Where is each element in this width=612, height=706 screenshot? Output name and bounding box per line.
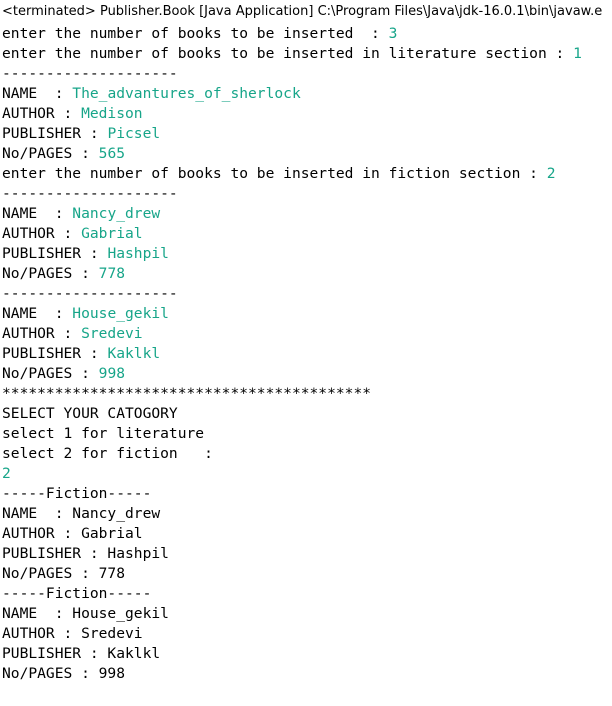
console-output-text: enter the number of books to be inserted… bbox=[2, 45, 574, 62]
console-user-input: Nancy_drew bbox=[72, 205, 161, 222]
console-output-text: -----Fiction----- bbox=[2, 585, 152, 602]
console-user-input: 2 bbox=[2, 465, 11, 482]
console-user-input: 998 bbox=[98, 365, 126, 382]
console-line: AUTHOR : Gabrial bbox=[2, 524, 610, 544]
console-output-text: -------------------- bbox=[2, 65, 178, 82]
console-status-header: <terminated> Publisher.Book [Java Applic… bbox=[2, 4, 603, 19]
console-line: NAME : The_advantures_of_sherlock bbox=[2, 84, 610, 104]
console-line: PUBLISHER : Hashpil bbox=[2, 544, 610, 564]
console-output-text: PUBLISHER : bbox=[2, 125, 108, 142]
console-output-text: enter the number of books to be inserted… bbox=[2, 165, 547, 182]
console-line: No/PAGES : 998 bbox=[2, 364, 610, 384]
console-line: PUBLISHER : Picsel bbox=[2, 124, 610, 144]
console-output-text: PUBLISHER : bbox=[2, 245, 108, 262]
console-output-text: AUTHOR : Gabrial bbox=[2, 525, 143, 542]
console-line: AUTHOR : Sredevi bbox=[2, 624, 610, 644]
console-user-input: 565 bbox=[98, 145, 126, 162]
console-user-input: Sredevi bbox=[81, 325, 143, 342]
console-output-text: No/PAGES : bbox=[2, 145, 99, 162]
console-line: -----Fiction----- bbox=[2, 584, 610, 604]
console-output-text: ****************************************… bbox=[2, 385, 372, 402]
console-output-text: PUBLISHER : Hashpil bbox=[2, 545, 169, 562]
console-line: enter the number of books to be inserted… bbox=[2, 44, 610, 64]
console-user-input: 3 bbox=[388, 25, 398, 42]
console-user-input: 1 bbox=[573, 45, 582, 62]
console-output-text: -------------------- bbox=[2, 285, 178, 302]
console-output-text: -------------------- bbox=[2, 185, 178, 202]
console-output-text: NAME : bbox=[2, 85, 73, 102]
console-output-text: NAME : bbox=[2, 305, 73, 322]
console-line: AUTHOR : Medison bbox=[2, 104, 610, 124]
console-line: ****************************************… bbox=[2, 384, 610, 404]
console-output-text: NAME : House_gekil bbox=[2, 605, 169, 622]
console-line: NAME : Nancy_drew bbox=[2, 204, 610, 224]
console-user-input: 2 bbox=[546, 165, 556, 182]
console-output-text: AUTHOR : bbox=[2, 105, 82, 122]
console-line: 2 bbox=[2, 464, 610, 484]
console-output-text: NAME : Nancy_drew bbox=[2, 505, 161, 522]
console-output-text: No/PAGES : bbox=[2, 265, 99, 282]
console-output-text: AUTHOR : Sredevi bbox=[2, 625, 143, 642]
console-user-input: Picsel bbox=[107, 125, 161, 142]
console-line: NAME : House_gekil bbox=[2, 604, 610, 624]
console-output-text: select 2 for fiction : bbox=[2, 445, 213, 462]
console-line: NAME : House_gekil bbox=[2, 304, 610, 324]
console-line: No/PAGES : 778 bbox=[2, 564, 610, 584]
console-line: NAME : Nancy_drew bbox=[2, 504, 610, 524]
console-output-text: PUBLISHER : Kaklkl bbox=[2, 645, 161, 662]
console-user-input: House_gekil bbox=[72, 305, 169, 322]
console-line: PUBLISHER : Kaklkl bbox=[2, 344, 610, 364]
console-line: -------------------- bbox=[2, 184, 610, 204]
console-line: No/PAGES : 778 bbox=[2, 264, 610, 284]
console-line: No/PAGES : 565 bbox=[2, 144, 610, 164]
console-output-text: AUTHOR : bbox=[2, 225, 82, 242]
console-output-text: enter the number of books to be inserted… bbox=[2, 25, 389, 42]
console-user-input: The_advantures_of_sherlock bbox=[72, 85, 301, 102]
console-line: PUBLISHER : Hashpil bbox=[2, 244, 610, 264]
console-output[interactable]: enter the number of books to be inserted… bbox=[2, 24, 610, 684]
console-line: enter the number of books to be inserted… bbox=[2, 164, 610, 184]
console-output-text: select 1 for literature bbox=[2, 425, 205, 442]
console-line: SELECT YOUR CATOGORY bbox=[2, 404, 610, 424]
console-line: PUBLISHER : Kaklkl bbox=[2, 644, 610, 664]
console-user-input: Medison bbox=[81, 105, 143, 122]
console-output-text: -----Fiction----- bbox=[2, 485, 152, 502]
console-line: select 2 for fiction : bbox=[2, 444, 610, 464]
console-user-input: Kaklkl bbox=[107, 345, 161, 362]
console-line: enter the number of books to be inserted… bbox=[2, 24, 610, 44]
console-user-input: 778 bbox=[98, 265, 126, 282]
console-user-input: Hashpil bbox=[107, 245, 169, 262]
console-output-text: No/PAGES : 778 bbox=[2, 565, 126, 582]
console-output-text: NAME : bbox=[2, 205, 73, 222]
console-line: -------------------- bbox=[2, 64, 610, 84]
console-line: No/PAGES : 998 bbox=[2, 664, 610, 684]
console-output-text: PUBLISHER : bbox=[2, 345, 108, 362]
console-line: select 1 for literature bbox=[2, 424, 610, 444]
console-output-text: AUTHOR : bbox=[2, 325, 82, 342]
console-user-input: Gabrial bbox=[81, 225, 143, 242]
console-output-text: SELECT YOUR CATOGORY bbox=[2, 405, 178, 422]
console-output-text: No/PAGES : bbox=[2, 365, 99, 382]
console-line: AUTHOR : Gabrial bbox=[2, 224, 610, 244]
console-line: -------------------- bbox=[2, 284, 610, 304]
console-line: -----Fiction----- bbox=[2, 484, 610, 504]
console-line: AUTHOR : Sredevi bbox=[2, 324, 610, 344]
console-output-text: No/PAGES : 998 bbox=[2, 665, 126, 682]
